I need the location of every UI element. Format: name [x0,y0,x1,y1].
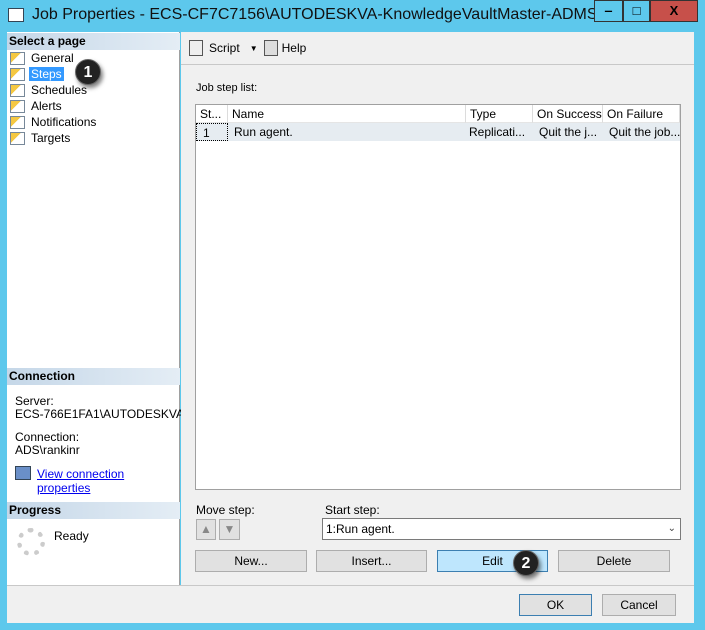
move-step-label: Move step: [196,503,255,517]
page-targets[interactable]: Targets [10,130,72,146]
column-header-step[interactable]: St... [196,105,228,123]
window-icon [8,8,24,22]
server-value: ECS-766E1FA1\AUTODESKVAU [15,407,193,421]
arrow-down-icon: ▼ [223,522,236,536]
insert-button[interactable]: Insert... [316,550,427,572]
page-label: Notifications [31,115,97,129]
help-button[interactable]: Help [282,41,307,55]
help-icon [263,40,278,56]
progress-header: Progress [7,502,180,519]
cell-on-success[interactable]: Quit the j... [533,123,603,141]
delete-button[interactable]: Delete [558,550,670,572]
page-schedules[interactable]: Schedules [10,82,89,98]
start-step-label: Start step: [325,503,380,517]
page-icon [10,83,25,97]
view-connection-properties-link[interactable]: View connection properties [37,467,179,495]
window-title: Job Properties - ECS-CF7C7156\AUTODESKVA… [32,6,664,23]
move-down-button[interactable]: ▼ [219,519,240,540]
script-button[interactable]: Script [209,41,240,55]
toolbar: Script ▼ Help [181,32,694,65]
progress-status: Ready [54,529,89,543]
page-label: Alerts [31,99,62,113]
connection-label: Connection: [15,430,80,444]
page-icon [10,131,25,145]
annotation-badge-2: 2 [513,550,539,576]
cell-step[interactable]: 1 [196,123,228,141]
column-header-name[interactable]: Name [228,105,466,123]
page-icon [10,67,25,81]
progress-spinner-icon [17,528,45,556]
connection-properties-icon [15,466,31,480]
ok-button[interactable]: OK [519,594,592,616]
page-notifications[interactable]: Notifications [10,114,98,130]
start-step-select[interactable]: 1:Run agent. ⌄ [322,518,681,540]
server-label: Server: [15,394,54,408]
column-header-type[interactable]: Type [466,105,533,123]
minimize-button[interactable]: ‒ [594,0,623,22]
start-step-value: 1:Run agent. [326,522,395,536]
connection-header: Connection [7,368,180,385]
cell-name[interactable]: Run agent. [228,123,466,141]
cell-type[interactable]: Replicati... [466,123,533,141]
chevron-down-icon: ⌄ [667,523,676,534]
maximize-button[interactable]: □ [623,0,650,22]
cell-on-failure[interactable]: Quit the job... [603,123,680,141]
new-button[interactable]: New... [195,550,307,572]
arrow-up-icon: ▲ [200,522,212,536]
left-panel: Select a page General Steps Schedules Al… [7,32,193,585]
column-header-on-failure[interactable]: On Failure [603,105,680,123]
page-general[interactable]: General [10,50,76,66]
right-panel: Script ▼ Help Job step list: St... Name … [181,32,694,585]
page-label: Targets [31,131,71,145]
page-label: Steps [29,67,64,81]
page-icon [10,115,25,129]
job-step-list[interactable]: St... Name Type On Success On Failure 1 … [195,104,681,490]
job-step-list-label: Job step list: [196,82,258,94]
page-steps[interactable]: Steps [10,66,64,82]
page-icon [10,99,25,113]
move-up-button[interactable]: ▲ [196,519,216,540]
annotation-badge-1: 1 [75,59,101,85]
select-page-header: Select a page [7,33,180,50]
script-icon [189,40,203,56]
page-icon [10,51,25,65]
page-label: Schedules [31,83,88,97]
script-dropdown-icon[interactable]: ▼ [250,44,258,53]
cancel-button[interactable]: Cancel [602,594,676,616]
page-label: General [31,51,74,65]
page-alerts[interactable]: Alerts [10,98,64,114]
close-button[interactable]: X [650,0,698,22]
column-header-on-success[interactable]: On Success [533,105,603,123]
connection-value: ADS\rankinr [15,443,80,457]
